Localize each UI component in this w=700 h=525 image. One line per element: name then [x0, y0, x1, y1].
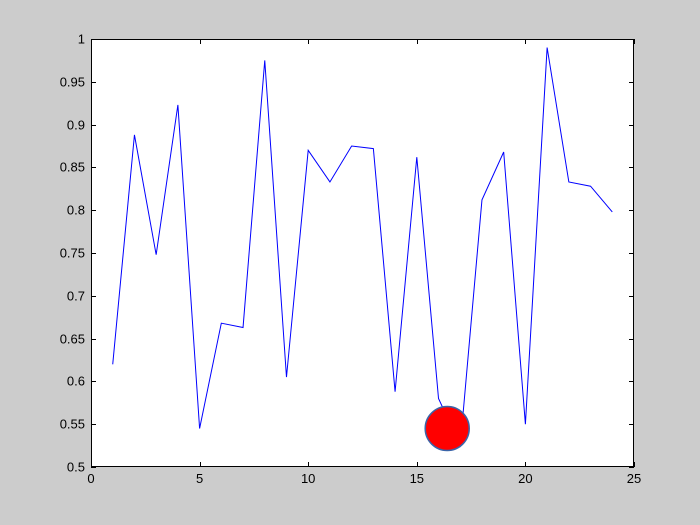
- x-tick: [525, 462, 526, 467]
- y-tick-label: 0.85: [60, 160, 91, 175]
- x-tick-label: 5: [196, 471, 203, 486]
- x-tick: [200, 39, 201, 44]
- x-tick-label: 10: [301, 471, 315, 486]
- y-tick-label: 0.9: [67, 117, 91, 132]
- plot-canvas: [91, 39, 634, 467]
- x-tick: [308, 39, 309, 44]
- y-tick-label: 0.8: [67, 203, 91, 218]
- y-tick: [629, 467, 634, 468]
- x-tick: [634, 462, 635, 467]
- y-tick: [629, 296, 634, 297]
- y-tick: [629, 253, 634, 254]
- y-tick: [629, 125, 634, 126]
- y-tick: [629, 210, 634, 211]
- figure-window: 05101520250.50.550.60.650.70.750.80.850.…: [0, 0, 700, 525]
- x-tick-label: 25: [627, 471, 641, 486]
- y-tick: [629, 339, 634, 340]
- y-tick: [91, 296, 96, 297]
- y-tick-label: 0.95: [60, 74, 91, 89]
- x-tick-label: 15: [410, 471, 424, 486]
- y-tick-label: 0.5: [67, 460, 91, 475]
- data-marker-circle: [425, 406, 469, 450]
- y-tick-label: 0.55: [60, 417, 91, 432]
- x-tick: [200, 462, 201, 467]
- y-tick: [629, 82, 634, 83]
- y-tick: [629, 424, 634, 425]
- x-tick: [417, 39, 418, 44]
- x-tick: [417, 462, 418, 467]
- y-tick-label: 0.75: [60, 246, 91, 261]
- y-tick: [91, 253, 96, 254]
- y-tick: [91, 210, 96, 211]
- y-tick-label: 0.65: [60, 331, 91, 346]
- x-tick: [308, 462, 309, 467]
- y-tick: [91, 167, 96, 168]
- y-tick: [91, 467, 96, 468]
- y-tick: [91, 125, 96, 126]
- y-tick: [91, 39, 96, 40]
- x-tick-label: 20: [518, 471, 532, 486]
- y-tick: [91, 381, 96, 382]
- y-tick: [91, 339, 96, 340]
- x-tick: [525, 39, 526, 44]
- data-series-line: [113, 48, 613, 446]
- y-tick-label: 0.7: [67, 288, 91, 303]
- y-tick: [629, 39, 634, 40]
- y-tick: [629, 167, 634, 168]
- y-tick: [91, 82, 96, 83]
- y-tick-label: 1: [78, 32, 91, 47]
- y-tick-label: 0.6: [67, 374, 91, 389]
- y-tick: [91, 424, 96, 425]
- x-tick: [634, 39, 635, 44]
- y-tick: [629, 381, 634, 382]
